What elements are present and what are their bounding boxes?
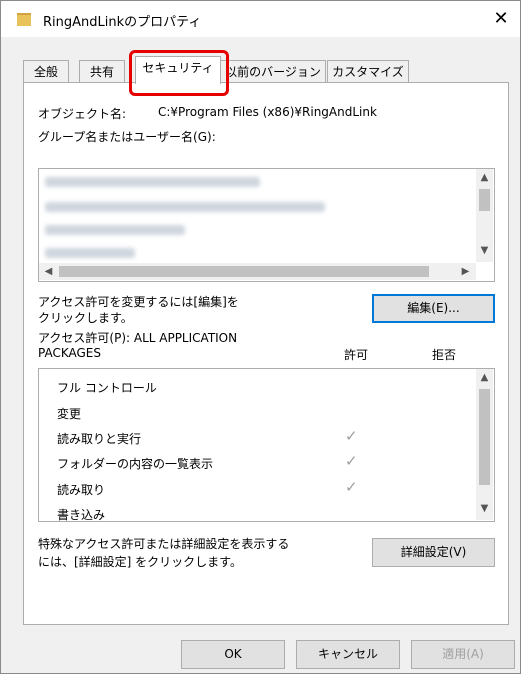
scroll-down-icon[interactable]: ▼ (476, 245, 493, 256)
edit-prompt-line1: アクセス許可を変更するには[編集]を (38, 295, 239, 309)
window-title: RingAndLinkのプロパティ (43, 15, 202, 30)
edit-prompt-line2: クリックします。 (38, 311, 133, 325)
deny-column-header: 拒否 (432, 348, 457, 362)
object-name-value: C:¥Program Files (x86)¥RingAndLink (158, 105, 377, 119)
group-list-vertical-scrollbar[interactable]: ▲ ▼ (476, 169, 493, 262)
allow-check-icon: ✓ (345, 452, 358, 470)
scroll-thumb[interactable] (479, 189, 490, 211)
close-button[interactable]: ✕ (489, 7, 513, 31)
tab-sharing[interactable]: 共有 (79, 60, 125, 83)
object-name-label: オブジェクト名: (38, 107, 127, 121)
tab-general[interactable]: 全般 (23, 60, 69, 83)
group-list-label: グループ名またはユーザー名(G): (38, 130, 216, 144)
apply-button[interactable]: 適用(A) (411, 640, 515, 669)
highlight-security-tab (129, 50, 229, 96)
special-perm-line2: には、[詳細設定] をクリックします。 (38, 555, 242, 569)
advanced-button[interactable]: 詳細設定(V) (372, 538, 495, 567)
allow-check-icon: ✓ (345, 427, 358, 445)
edit-button[interactable]: 編集(E)... (372, 294, 495, 323)
title-bar: RingAndLinkのプロパティ ✕ (1, 1, 520, 37)
list-item[interactable] (45, 248, 135, 258)
perm-row-name: 読み取り (57, 483, 106, 497)
scroll-thumb[interactable] (59, 266, 429, 277)
permissions-list: フル コントロール 変更 読み取りと実行 フォルダーの内容の一覧表示 読み取り … (38, 368, 495, 522)
group-list-horizontal-scrollbar[interactable]: ◀ ▶ (39, 263, 476, 280)
cancel-button[interactable]: キャンセル (296, 640, 400, 669)
group-user-list[interactable]: ▲ ▼ ◀ ▶ (38, 168, 495, 282)
perm-row-name: 変更 (57, 407, 82, 421)
scroll-down-icon[interactable]: ▼ (476, 503, 493, 514)
permissions-title-line1: アクセス許可(P): ALL APPLICATION (38, 331, 238, 345)
perm-row-name: 書き込み (57, 508, 106, 522)
folder-icon (17, 13, 31, 26)
tab-previous-versions[interactable]: 以前のバージョン (220, 60, 326, 83)
perm-row-name: フォルダーの内容の一覧表示 (57, 457, 214, 471)
list-item[interactable] (45, 225, 185, 235)
list-item[interactable] (45, 202, 325, 212)
special-perm-line1: 特殊なアクセス許可または詳細設定を表示する (38, 537, 290, 551)
allow-check-icon: ✓ (345, 478, 358, 496)
scroll-thumb[interactable] (479, 389, 490, 485)
scroll-right-icon[interactable]: ▶ (457, 266, 474, 277)
perm-row-name: 読み取りと実行 (57, 432, 142, 446)
tab-customize[interactable]: カスタマイズ (327, 60, 409, 83)
permissions-title-line2: PACKAGES (38, 346, 101, 360)
permissions-vertical-scrollbar[interactable]: ▲ ▼ (476, 369, 493, 520)
perm-row-name: フル コントロール (57, 381, 157, 395)
scroll-up-icon[interactable]: ▲ (476, 172, 493, 183)
allow-column-header: 許可 (344, 348, 369, 362)
list-item[interactable] (45, 177, 260, 187)
scroll-up-icon[interactable]: ▲ (476, 372, 493, 383)
security-panel: オブジェクト名: C:¥Program Files (x86)¥RingAndL… (23, 82, 509, 625)
properties-dialog: RingAndLinkのプロパティ ✕ 全般 共有 セキュリティ 以前のバージョ… (0, 0, 521, 674)
ok-button[interactable]: OK (181, 640, 285, 669)
scroll-left-icon[interactable]: ◀ (40, 266, 57, 277)
